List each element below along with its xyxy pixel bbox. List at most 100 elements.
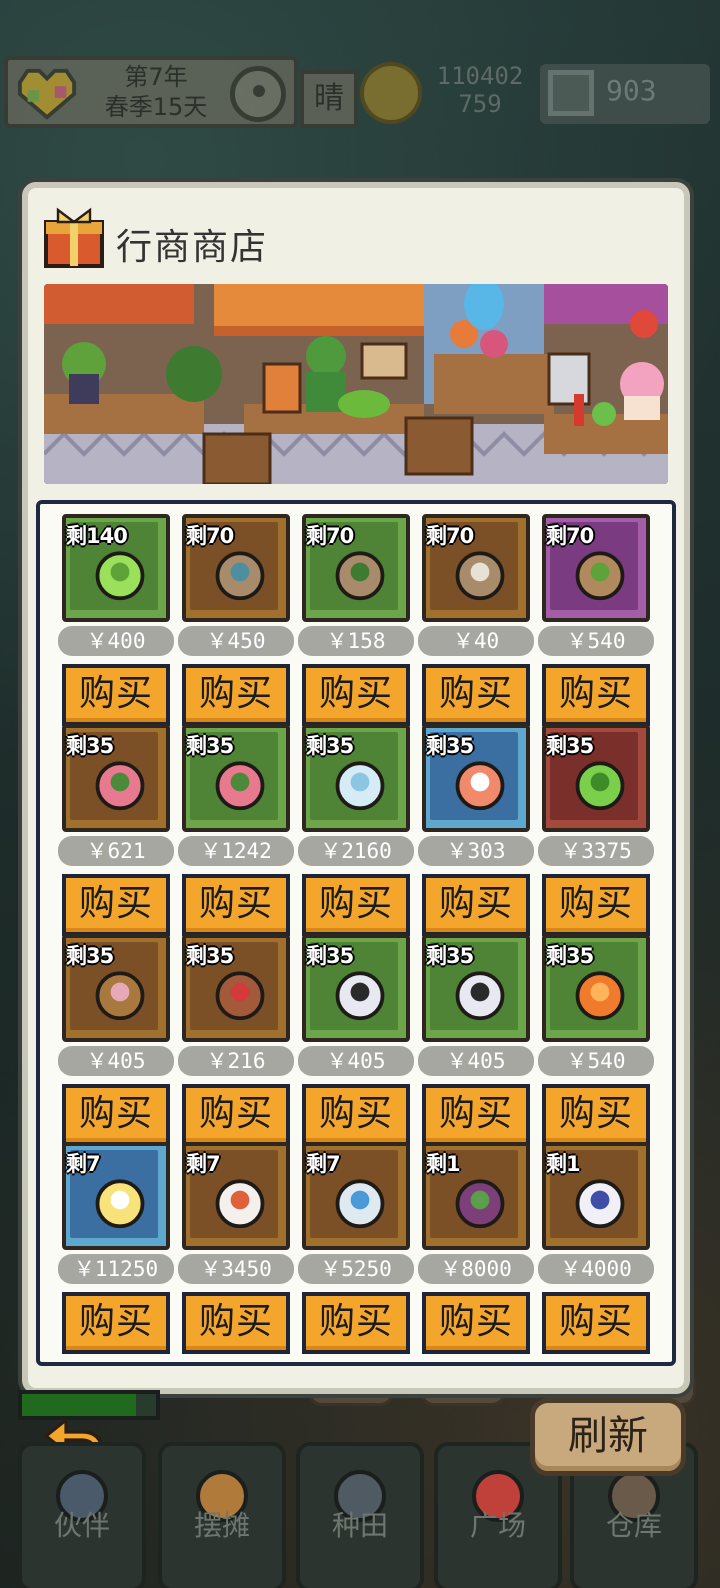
item-card[interactable]: 剩70 xyxy=(542,514,650,622)
buy-button[interactable]: 购买 xyxy=(182,664,290,726)
nav-label: 种田 xyxy=(331,1509,388,1542)
buy-button[interactable]: 购买 xyxy=(422,874,530,936)
price-tag: ￥3450 xyxy=(178,1254,294,1284)
gift-box-icon xyxy=(44,207,104,268)
price-tag: ￥4000 xyxy=(538,1254,654,1284)
buy-button[interactable]: 购买 xyxy=(182,1084,290,1146)
item-card[interactable]: 剩1 xyxy=(542,1142,650,1250)
stock-label: 剩140 xyxy=(66,524,128,548)
item-card[interactable]: 剩7 xyxy=(62,1142,170,1250)
item-card[interactable]: 剩70 xyxy=(302,514,410,622)
item-card[interactable]: 剩70 xyxy=(182,514,290,622)
stock-label: 剩1 xyxy=(426,1152,461,1176)
buy-button[interactable]: 购买 xyxy=(302,1292,410,1354)
item-card[interactable]: 剩35 xyxy=(302,934,410,1042)
seed-bag-blue-icon xyxy=(215,551,265,601)
nav-label: 摆摊 xyxy=(193,1509,250,1542)
date-panel[interactable]: 第7年 春季15天 xyxy=(4,56,298,128)
buy-button[interactable]: 购买 xyxy=(542,874,650,936)
price-tag: ￥621 xyxy=(58,836,174,866)
blue-potion-icon xyxy=(335,1179,385,1229)
shop-item: 剩35 ￥1242 购买 xyxy=(178,724,294,936)
item-card[interactable]: 剩7 xyxy=(182,1142,290,1250)
nav-watering-can[interactable]: 种田 xyxy=(296,1442,424,1588)
price-tag: ￥450 xyxy=(178,626,294,656)
item-card[interactable]: 剩35 xyxy=(422,934,530,1042)
item-card[interactable]: 剩1 xyxy=(422,1142,530,1250)
pink-flower-icon xyxy=(95,761,145,811)
stock-label: 剩7 xyxy=(66,1152,101,1176)
buy-button[interactable]: 购买 xyxy=(182,1292,290,1354)
buy-button[interactable]: 购买 xyxy=(422,1084,530,1146)
shop-item: 剩7 ￥11250 购买 xyxy=(58,1142,174,1354)
buy-button[interactable]: 购买 xyxy=(542,664,650,726)
price-tag: ￥2160 xyxy=(298,836,414,866)
coin-icon xyxy=(360,62,422,124)
item-card[interactable]: 剩35 xyxy=(182,724,290,832)
buy-button[interactable]: 购买 xyxy=(422,664,530,726)
purple-egg-icon xyxy=(455,1179,505,1229)
stock-label: 剩35 xyxy=(546,734,594,758)
progress-fill xyxy=(22,1394,136,1416)
buy-button[interactable]: 购买 xyxy=(302,874,410,936)
buy-button[interactable]: 购买 xyxy=(62,664,170,726)
item-card[interactable]: 剩35 xyxy=(302,724,410,832)
shop-item: 剩70 ￥450 购买 xyxy=(178,514,294,726)
item-card[interactable]: 剩35 xyxy=(62,934,170,1042)
stock-label: 剩35 xyxy=(186,734,234,758)
coffee-cup-icon xyxy=(335,971,385,1021)
nav-label: 仓库 xyxy=(605,1509,662,1542)
coffee-cup-icon xyxy=(455,971,505,1021)
nav-label: 广场 xyxy=(469,1509,526,1542)
pink-flower-icon xyxy=(215,761,265,811)
buy-button[interactable]: 购买 xyxy=(302,1084,410,1146)
item-card[interactable]: 剩7 xyxy=(302,1142,410,1250)
stock-label: 剩70 xyxy=(306,524,354,548)
shop-item: 剩35 ￥405 购买 xyxy=(418,934,534,1146)
shrimp-icon xyxy=(455,761,505,811)
date-text: 第7年 春季15天 xyxy=(86,62,226,122)
buy-button[interactable]: 购买 xyxy=(422,1292,530,1354)
buy-button[interactable]: 购买 xyxy=(62,1084,170,1146)
item-card[interactable]: 剩35 xyxy=(422,724,530,832)
price-tag: ￥158 xyxy=(298,626,414,656)
buy-button[interactable]: 购买 xyxy=(62,1292,170,1354)
item-card[interactable]: 剩35 xyxy=(62,724,170,832)
shop-item: 剩70 ￥540 购买 xyxy=(538,514,654,726)
price-tag: ￥1242 xyxy=(178,836,294,866)
shop-item: 剩70 ￥158 购买 xyxy=(298,514,414,726)
item-card[interactable]: 剩70 xyxy=(422,514,530,622)
coin-balance: 110402 759 xyxy=(426,62,534,118)
year-label: 第7年 xyxy=(124,63,188,91)
buy-button[interactable]: 购买 xyxy=(62,874,170,936)
price-tag: ￥303 xyxy=(418,836,534,866)
item-card[interactable]: 剩35 xyxy=(542,724,650,832)
nav-stall[interactable]: 摆摊 xyxy=(158,1442,286,1588)
shop-item: 剩35 ￥621 购买 xyxy=(58,724,174,936)
item-card[interactable]: 剩35 xyxy=(182,934,290,1042)
stock-label: 剩7 xyxy=(186,1152,221,1176)
clover-icon xyxy=(95,551,145,601)
weather-label: 晴 xyxy=(300,70,358,128)
buy-button[interactable]: 购买 xyxy=(302,664,410,726)
shop-item: 剩70 ￥40 购买 xyxy=(418,514,534,726)
stock-label: 剩70 xyxy=(186,524,234,548)
item-card[interactable]: 剩140 xyxy=(62,514,170,622)
seed-bag-sprout-icon xyxy=(335,551,385,601)
refresh-button[interactable]: 刷新 xyxy=(530,1398,686,1476)
stock-label: 剩35 xyxy=(426,734,474,758)
price-tag: ￥405 xyxy=(298,1046,414,1076)
price-tag: ￥8000 xyxy=(418,1254,534,1284)
buy-button[interactable]: 购买 xyxy=(542,1084,650,1146)
stock-label: 剩7 xyxy=(306,1152,341,1176)
stock-label: 剩35 xyxy=(426,944,474,968)
stock-label: 剩1 xyxy=(546,1152,581,1176)
buy-button[interactable]: 购买 xyxy=(542,1292,650,1354)
gem-count: 903 xyxy=(606,74,657,107)
nav-partner[interactable]: 伙伴 xyxy=(18,1442,146,1588)
item-card[interactable]: 剩35 xyxy=(542,934,650,1042)
buy-button[interactable]: 购买 xyxy=(182,874,290,936)
price-tag: ￥400 xyxy=(58,626,174,656)
gem-panel[interactable]: 903 xyxy=(540,64,710,124)
shop-item: 剩140 ￥400 购买 xyxy=(58,514,174,726)
